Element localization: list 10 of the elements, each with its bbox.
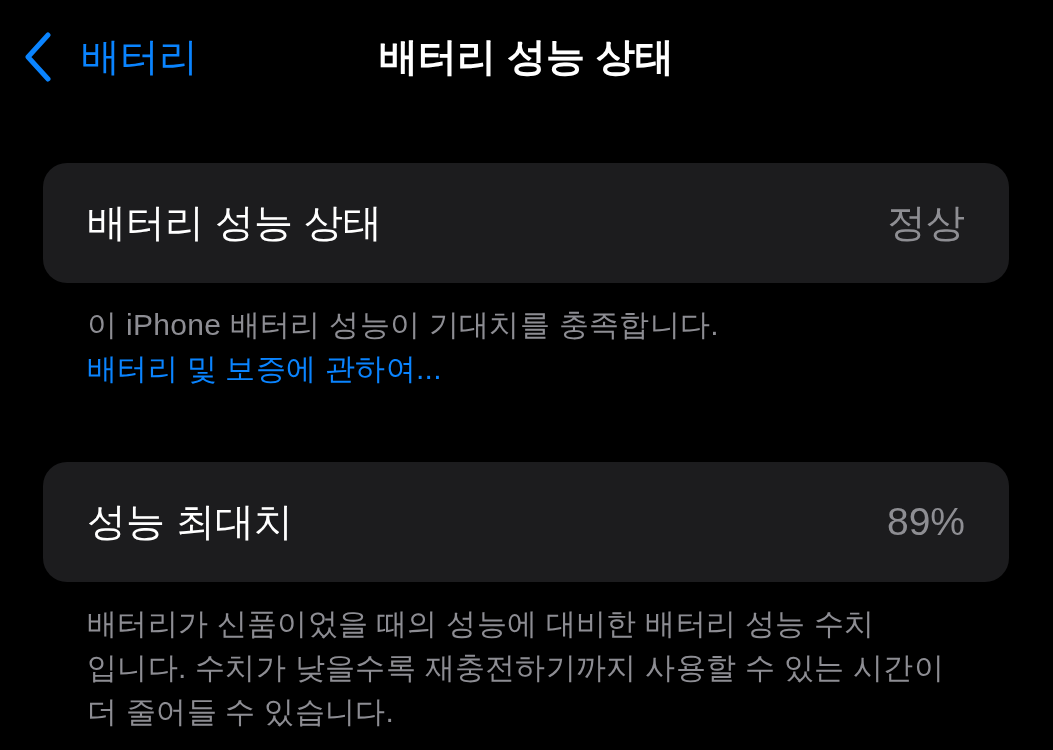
warranty-link[interactable]: 배터리 및 보증에 관하여... <box>87 352 442 385</box>
row-label: 성능 최대치 <box>87 499 293 545</box>
chevron-left-icon <box>24 32 52 82</box>
row-value: 89% <box>886 500 965 544</box>
section-footnote: 배터리가 신품이었을 때의 성능에 대비한 배터리 성능 수치 입니다. 수치가 낮을수록 재충전하기까지 사용할 수 있는 시간이 더 줄어들 수 있습니다. <box>86 606 945 730</box>
back-button[interactable]: 배터리 <box>24 32 198 82</box>
row-value: 정상 <box>887 200 965 246</box>
section-footnote: 이 iPhone 배터리 성능이 기대치를 충족합니다. 배터리 및 보증에 관하여... <box>86 307 720 387</box>
screen-title: 배터리 성능 상태 <box>379 34 674 80</box>
row-label: 배터리 성능 상태 <box>87 200 382 246</box>
